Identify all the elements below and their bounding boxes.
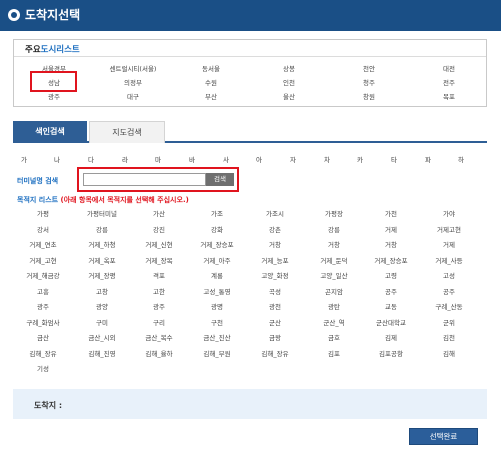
destination-grid: 가평 가평터미널 가산 가조 가조시 가평장 가천 가야 강서 강릉 강진 강화… (0, 209, 501, 380)
main-city-link[interactable]: 울산 (251, 92, 327, 102)
highlight-box-search (77, 167, 239, 192)
main-city-row: 서울경부 센트럴시티(서울) 동서울 상봉 천안 대전 (14, 64, 486, 78)
consonant-link[interactable]: 타 (385, 155, 403, 165)
consonant-link[interactable]: 아 (250, 155, 268, 165)
destination-link[interactable]: 거제 (415, 240, 483, 251)
destination-row: 강서 강릉 강진 강화 강촌 강릉 거제 거제고현 (0, 225, 501, 241)
main-city-row: 성남 의정부 수원 인천 청주 전주 (14, 78, 486, 92)
main-city-heading: 주요도시리스트 (14, 40, 486, 57)
destination-list-title: 목적지 리스트 (아래 항목에서 목적지를 선택해 주십시오.) (17, 195, 189, 205)
destination-link[interactable]: 공주 (415, 287, 483, 298)
main-city-grid: 서울경부 센트럴시티(서울) 동서울 상봉 천안 대전 성남 의정부 수원 인천… (14, 64, 486, 106)
consonant-link[interactable]: 카 (351, 155, 369, 165)
consonant-link[interactable]: 하 (452, 155, 470, 165)
destination-link[interactable]: 금왕 (241, 333, 309, 344)
main-city-link[interactable]: 대구 (95, 92, 171, 102)
window-title: 도착지선택 (25, 8, 81, 22)
confirm-selection-button[interactable]: 선택완료 (409, 428, 478, 445)
main-city-link[interactable]: 센트럴시티(서울) (95, 64, 171, 74)
consonant-link[interactable]: 바 (183, 155, 201, 165)
destination-link[interactable]: 군위 (415, 318, 483, 329)
destination-link[interactable]: 김천 (415, 333, 483, 344)
consonant-link[interactable]: 파 (419, 155, 437, 165)
main-city-link[interactable]: 인천 (251, 78, 327, 88)
main-city-link[interactable]: 청주 (331, 78, 407, 88)
destination-link[interactable]: 고성 (415, 271, 483, 282)
destination-row: 고흥 고창 고한 고성_통영 곡성 곤지암 공주 공주 (0, 287, 501, 303)
search-label: 터미널명 검색 (17, 177, 59, 185)
main-city-link[interactable]: 상봉 (251, 64, 327, 74)
main-city-link[interactable]: 창원 (331, 92, 407, 102)
destination-link[interactable]: 김해_장유 (9, 349, 77, 360)
destination-link[interactable]: 광주 (9, 302, 77, 313)
destination-row: 구례_화엄사 구미 구리 구천 군산 군산_역 군산대학교 군위 (0, 318, 501, 334)
main-city-link[interactable]: 광주 (16, 92, 92, 102)
destination-link[interactable]: 광천 (241, 302, 309, 313)
destination-row: 거제_해금강 거제_장평 격포 계룡 고양_화정 고양_일산 고령 고성 (0, 271, 501, 287)
main-city-link[interactable]: 수원 (173, 78, 249, 88)
destination-link[interactable]: 거창 (241, 240, 309, 251)
destination-list-note: (아래 항목에서 목적지를 선택해 주십시오.) (60, 196, 189, 204)
destination-link[interactable]: 거제고현 (415, 225, 483, 236)
consonant-link[interactable]: 자 (284, 155, 302, 165)
main-city-heading-suffix: 도시리스트 (40, 45, 80, 55)
destination-link[interactable]: 강촌 (241, 225, 309, 236)
destination-link[interactable]: 강서 (9, 225, 77, 236)
main-city-link[interactable]: 대전 (411, 64, 487, 74)
destination-link[interactable]: 고흥 (9, 287, 77, 298)
destination-list-heading: 목적지 리스트 (17, 196, 59, 204)
destination-row: 거제_고현 거제_옥포 거제_장목 거제_아주 거제_능포 거제_둔덕 거제_장… (0, 256, 501, 272)
destination-link[interactable]: 군산 (241, 318, 309, 329)
consonant-link[interactable]: 사 (217, 155, 235, 165)
destination-link[interactable]: 거제_고현 (9, 256, 77, 267)
destination-row: 김해_장유 김해_진영 김해_율하 김해_부원 김해_장유 김포 김포공항 김해 (0, 349, 501, 365)
arrival-label: 도착지 : (34, 401, 63, 410)
window-titlebar: 도착지선택 (0, 0, 501, 31)
destination-row: 거제_연초 거제_하청 거제_신현 거제_장승포 거창 거창 거창 거제 (0, 240, 501, 256)
main-city-link[interactable]: 전주 (411, 78, 487, 88)
consonant-link[interactable]: 마 (149, 155, 167, 165)
destination-row: 금산 금산_시외 금산_복수 금산_진산 금왕 금호 김제 김천 (0, 333, 501, 349)
destination-link[interactable]: 가평 (9, 209, 77, 220)
destination-link[interactable]: 거제_해금강 (9, 271, 77, 282)
tab-index-search[interactable]: 색인검색 (13, 121, 87, 143)
main-city-link[interactable]: 부산 (173, 92, 249, 102)
destination-link[interactable]: 김해_장유 (241, 349, 309, 360)
destination-link[interactable]: 김해 (415, 349, 483, 360)
consonant-link[interactable]: 나 (48, 155, 66, 165)
destination-row: 광주 광양 광주 광명 광천 광탄 교동 구례_산동 (0, 302, 501, 318)
destination-row: 가평 가평터미널 가산 가조 가조시 가평장 가천 가야 (0, 209, 501, 225)
destination-link[interactable]: 기성 (9, 364, 77, 375)
main-city-link[interactable]: 의정부 (95, 78, 171, 88)
main-city-panel: 주요도시리스트 서울경부 센트럴시티(서울) 동서울 상봉 천안 대전 성남 의… (13, 39, 487, 107)
consonant-link[interactable]: 가 (15, 155, 33, 165)
destination-link[interactable]: 금산 (9, 333, 77, 344)
consonant-link[interactable]: 다 (82, 155, 100, 165)
destination-link[interactable]: 구례_화엄사 (9, 318, 77, 329)
destination-link[interactable]: 가야 (415, 209, 483, 220)
consonant-link[interactable]: 라 (116, 155, 134, 165)
tab-map-search[interactable]: 지도검색 (89, 121, 165, 143)
destination-row: 기성 (0, 364, 501, 380)
destination-link[interactable]: 거제_사등 (415, 256, 483, 267)
destination-link[interactable]: 거제_능포 (241, 256, 309, 267)
arrival-panel: 도착지 : (13, 389, 487, 419)
destination-link[interactable]: 구례_산동 (415, 302, 483, 313)
destination-link[interactable]: 곡성 (241, 287, 309, 298)
destination-link[interactable]: 고양_화정 (241, 271, 309, 282)
destination-link[interactable]: 가조시 (241, 209, 309, 220)
search-tabs: 색인검색 지도검색 (13, 121, 487, 143)
circle-bullet-icon (8, 9, 20, 21)
main-city-link[interactable]: 목포 (411, 92, 487, 102)
main-city-link[interactable]: 동서울 (173, 64, 249, 74)
destination-link[interactable]: 거제_연초 (9, 240, 77, 251)
main-city-row: 광주 대구 부산 울산 창원 목포 (14, 92, 486, 106)
main-city-link[interactable]: 천안 (331, 64, 407, 74)
consonant-index: 가 나 다 라 마 바 사 아 자 차 카 타 파 하 (10, 155, 490, 165)
consonant-link[interactable]: 차 (318, 155, 336, 165)
highlight-box-city (30, 71, 77, 92)
main-city-heading-prefix: 주요 (25, 45, 41, 55)
